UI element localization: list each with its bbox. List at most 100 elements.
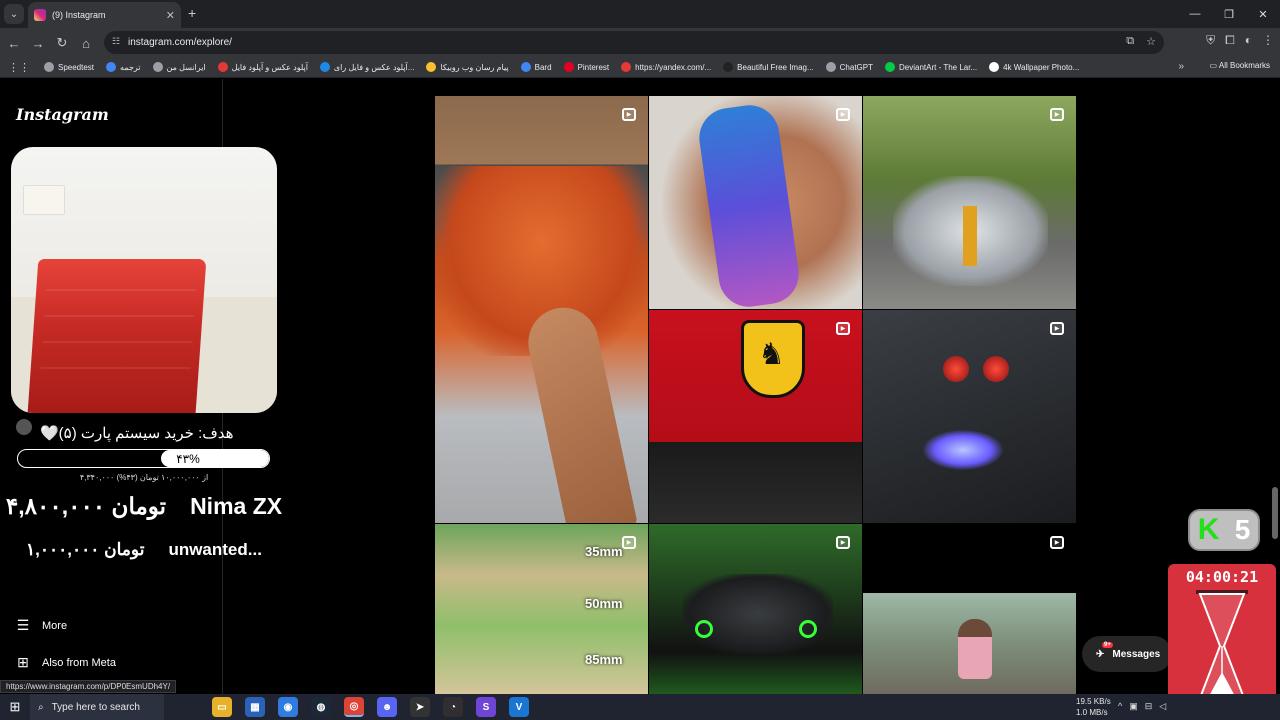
bookmark-favicon-icon — [426, 62, 437, 72]
more-bookmarks-chevron-icon[interactable]: » — [1178, 61, 1184, 72]
messages-count-badge: 9+ — [1102, 642, 1113, 648]
bookmark-star-icon[interactable]: ☆ — [1146, 35, 1156, 48]
minimize-button[interactable]: — — [1178, 0, 1212, 28]
explore-post-ferrari-logo-edit[interactable]: ▶ — [649, 310, 862, 523]
menu-kebab-icon[interactable]: ⋮ — [1262, 33, 1274, 48]
donation-progress-detail: ۴,۳۴۰,۰۰۰ از ۱۰,۰۰۰,۰۰۰ تومان (۴۳%) — [79, 473, 209, 482]
obs-icon[interactable]: ◔ — [443, 697, 463, 717]
new-tab-button[interactable]: + — [188, 5, 196, 21]
all-bookmarks-button[interactable]: ▭ All Bookmarks — [1210, 61, 1270, 70]
site-info-icon[interactable]: ☷ — [112, 36, 120, 47]
tab-title: (9) Instagram — [52, 10, 106, 20]
system-tray: ^ ▣ ⊟ ◁ — [1118, 701, 1166, 712]
bookmark-item[interactable]: Speedtest — [44, 62, 94, 72]
v-app-icon[interactable]: V — [509, 697, 529, 717]
reload-button[interactable]: ↻ — [52, 33, 72, 53]
file-explorer-icon[interactable]: ▭ — [212, 697, 232, 717]
reel-icon: ▶ — [1050, 322, 1064, 335]
page-scrollbar[interactable] — [1272, 487, 1278, 539]
close-window-button[interactable]: ✕ — [1246, 0, 1280, 28]
messages-button[interactable]: ✈ 9+ Messages — [1082, 636, 1172, 672]
browser-toolbar: ← → ↻ ⌂ ☷ instagram.com/explore/ ⧉ ☆ ⛨ ⧠… — [0, 28, 1280, 57]
windows-start-icon[interactable]: ⊞ — [0, 694, 30, 720]
upload-speed: 19.5 KB/s — [1076, 697, 1111, 706]
home-button[interactable]: ⌂ — [76, 33, 96, 53]
reel-icon: ▶ — [1050, 108, 1064, 121]
explore-post-dodge-green-eyes[interactable]: ▶ — [649, 524, 862, 694]
donation-progress-percent: ۴۳% — [176, 452, 200, 466]
bookmark-favicon-icon — [989, 62, 1000, 72]
address-bar[interactable]: ☷ instagram.com/explore/ ⧉ ☆ — [104, 31, 1164, 54]
messenger-icon: ✈ — [1096, 648, 1105, 660]
bookmark-favicon-icon — [621, 62, 632, 72]
kick-logo-icon: K — [1197, 513, 1220, 546]
discord-icon[interactable]: ☻ — [377, 697, 397, 717]
explore-post-focal-lengths[interactable]: 35mm 50mm 85mm ▶ — [435, 524, 648, 694]
volume-icon[interactable]: ◁ — [1159, 701, 1166, 712]
cursor-app-icon[interactable]: ➤ — [410, 697, 430, 717]
sidebar-item-also-from-meta[interactable]: ⊞ Also from Meta — [16, 654, 116, 671]
calculator-icon[interactable]: ▦ — [245, 697, 265, 717]
kick-counter-value: 5 — [1234, 514, 1251, 545]
bookmark-favicon-icon — [106, 62, 117, 72]
s-app-icon[interactable]: S — [476, 697, 496, 717]
forward-button[interactable]: → — [28, 33, 48, 53]
sidebar-item-label: More — [42, 619, 68, 632]
back-button[interactable]: ← — [4, 33, 24, 53]
bookmark-item[interactable]: آپلود عکس و آپلود فایل — [217, 62, 308, 72]
bookmark-item[interactable]: ترجمه — [106, 62, 141, 72]
restore-button[interactable]: ❐ — [1212, 0, 1246, 28]
bookmarks-bar: ⋮⋮ Speedtest ترجمه ایرانسل من آپلود عکس و آ… — [0, 57, 1280, 78]
bookmark-item[interactable]: DeviantArt - The Lar... — [885, 62, 977, 72]
close-tab-icon[interactable]: ✕ — [166, 9, 175, 22]
explore-post-child-playground[interactable]: ▶ — [863, 524, 1076, 694]
bookmark-label: Beautiful Free Imag... — [737, 62, 814, 72]
avatar — [16, 419, 32, 435]
bookmark-label: 4k Wallpaper Photo... — [1003, 62, 1080, 72]
tab-search-button[interactable]: ⌄ — [4, 4, 24, 24]
network-speed-meter: 19.5 KB/s 1.0 MB/s — [1076, 696, 1111, 718]
lens-label: 50mm — [585, 596, 623, 611]
explore-post-fidget-toy[interactable]: ▶ — [649, 96, 862, 309]
kick-counter-badge: K 5 — [1188, 509, 1260, 551]
taskbar-search[interactable]: ⌕ Type here to search — [30, 694, 164, 720]
shield-extension-icon[interactable]: ⛨ — [1206, 33, 1215, 48]
tray-chevron-icon[interactable]: ^ — [1118, 701, 1122, 712]
cast-icon[interactable]: ⧉ — [1126, 35, 1134, 48]
apps-grid-icon[interactable]: ⋮⋮ — [8, 61, 30, 74]
bookmark-favicon-icon — [319, 62, 330, 72]
bookmark-item[interactable]: پیام رسان وب روبیکا — [426, 62, 509, 72]
lens-label: 85mm — [585, 652, 623, 667]
tray-app-icon[interactable]: ▣ — [1129, 701, 1138, 712]
bookmark-item[interactable]: https://yandex.com/... — [621, 62, 711, 72]
bookmark-item[interactable]: ایرانسل من — [152, 62, 206, 72]
network-icon[interactable]: ⊟ — [1145, 701, 1153, 712]
bookmark-item[interactable]: Pinterest — [563, 62, 609, 72]
taillight — [943, 356, 969, 382]
ferrari-badge — [741, 320, 805, 398]
app-icon[interactable]: ◉ — [278, 697, 298, 717]
bookmark-label: Bard — [534, 62, 552, 72]
chrome-icon[interactable]: ◎ — [344, 697, 364, 717]
bookmark-item[interactable]: آپلود عکس و فایل رای... — [319, 62, 415, 72]
bookmark-label: https://yandex.com/... — [635, 62, 712, 72]
explore-post-gtr-exhaust[interactable]: ▶ — [863, 310, 1076, 523]
meta-apps-icon: ⊞ — [17, 654, 29, 670]
extensions-puzzle-icon[interactable]: ⧠ — [1225, 33, 1235, 48]
bookmark-label: آپلود عکس و فایل رای... — [333, 62, 415, 72]
bookmark-label: ChatGPT — [839, 62, 873, 72]
explore-post-clear-ferrari[interactable]: ▶ — [863, 96, 1076, 309]
steam-icon[interactable]: ◍ — [311, 697, 331, 717]
bookmark-item[interactable]: Beautiful Free Imag... — [723, 62, 814, 72]
lens-label: 35mm — [585, 544, 623, 559]
bookmark-item[interactable]: 4k Wallpaper Photo... — [989, 62, 1079, 72]
bookmark-item[interactable]: ChatGPT — [825, 62, 873, 72]
sidebar-item-more[interactable]: ☰ More — [16, 617, 67, 634]
instagram-logo[interactable]: Instagram — [16, 105, 109, 124]
reel-icon: ▶ — [836, 536, 850, 549]
profile-icon[interactable]: ◐ — [1245, 33, 1252, 48]
explore-post-orange-car[interactable]: ▶ — [435, 96, 648, 523]
tab-instagram[interactable]: (9) Instagram ✕ — [28, 2, 181, 28]
bookmark-favicon-icon — [563, 62, 574, 72]
bookmark-item[interactable]: Bard — [520, 62, 552, 72]
